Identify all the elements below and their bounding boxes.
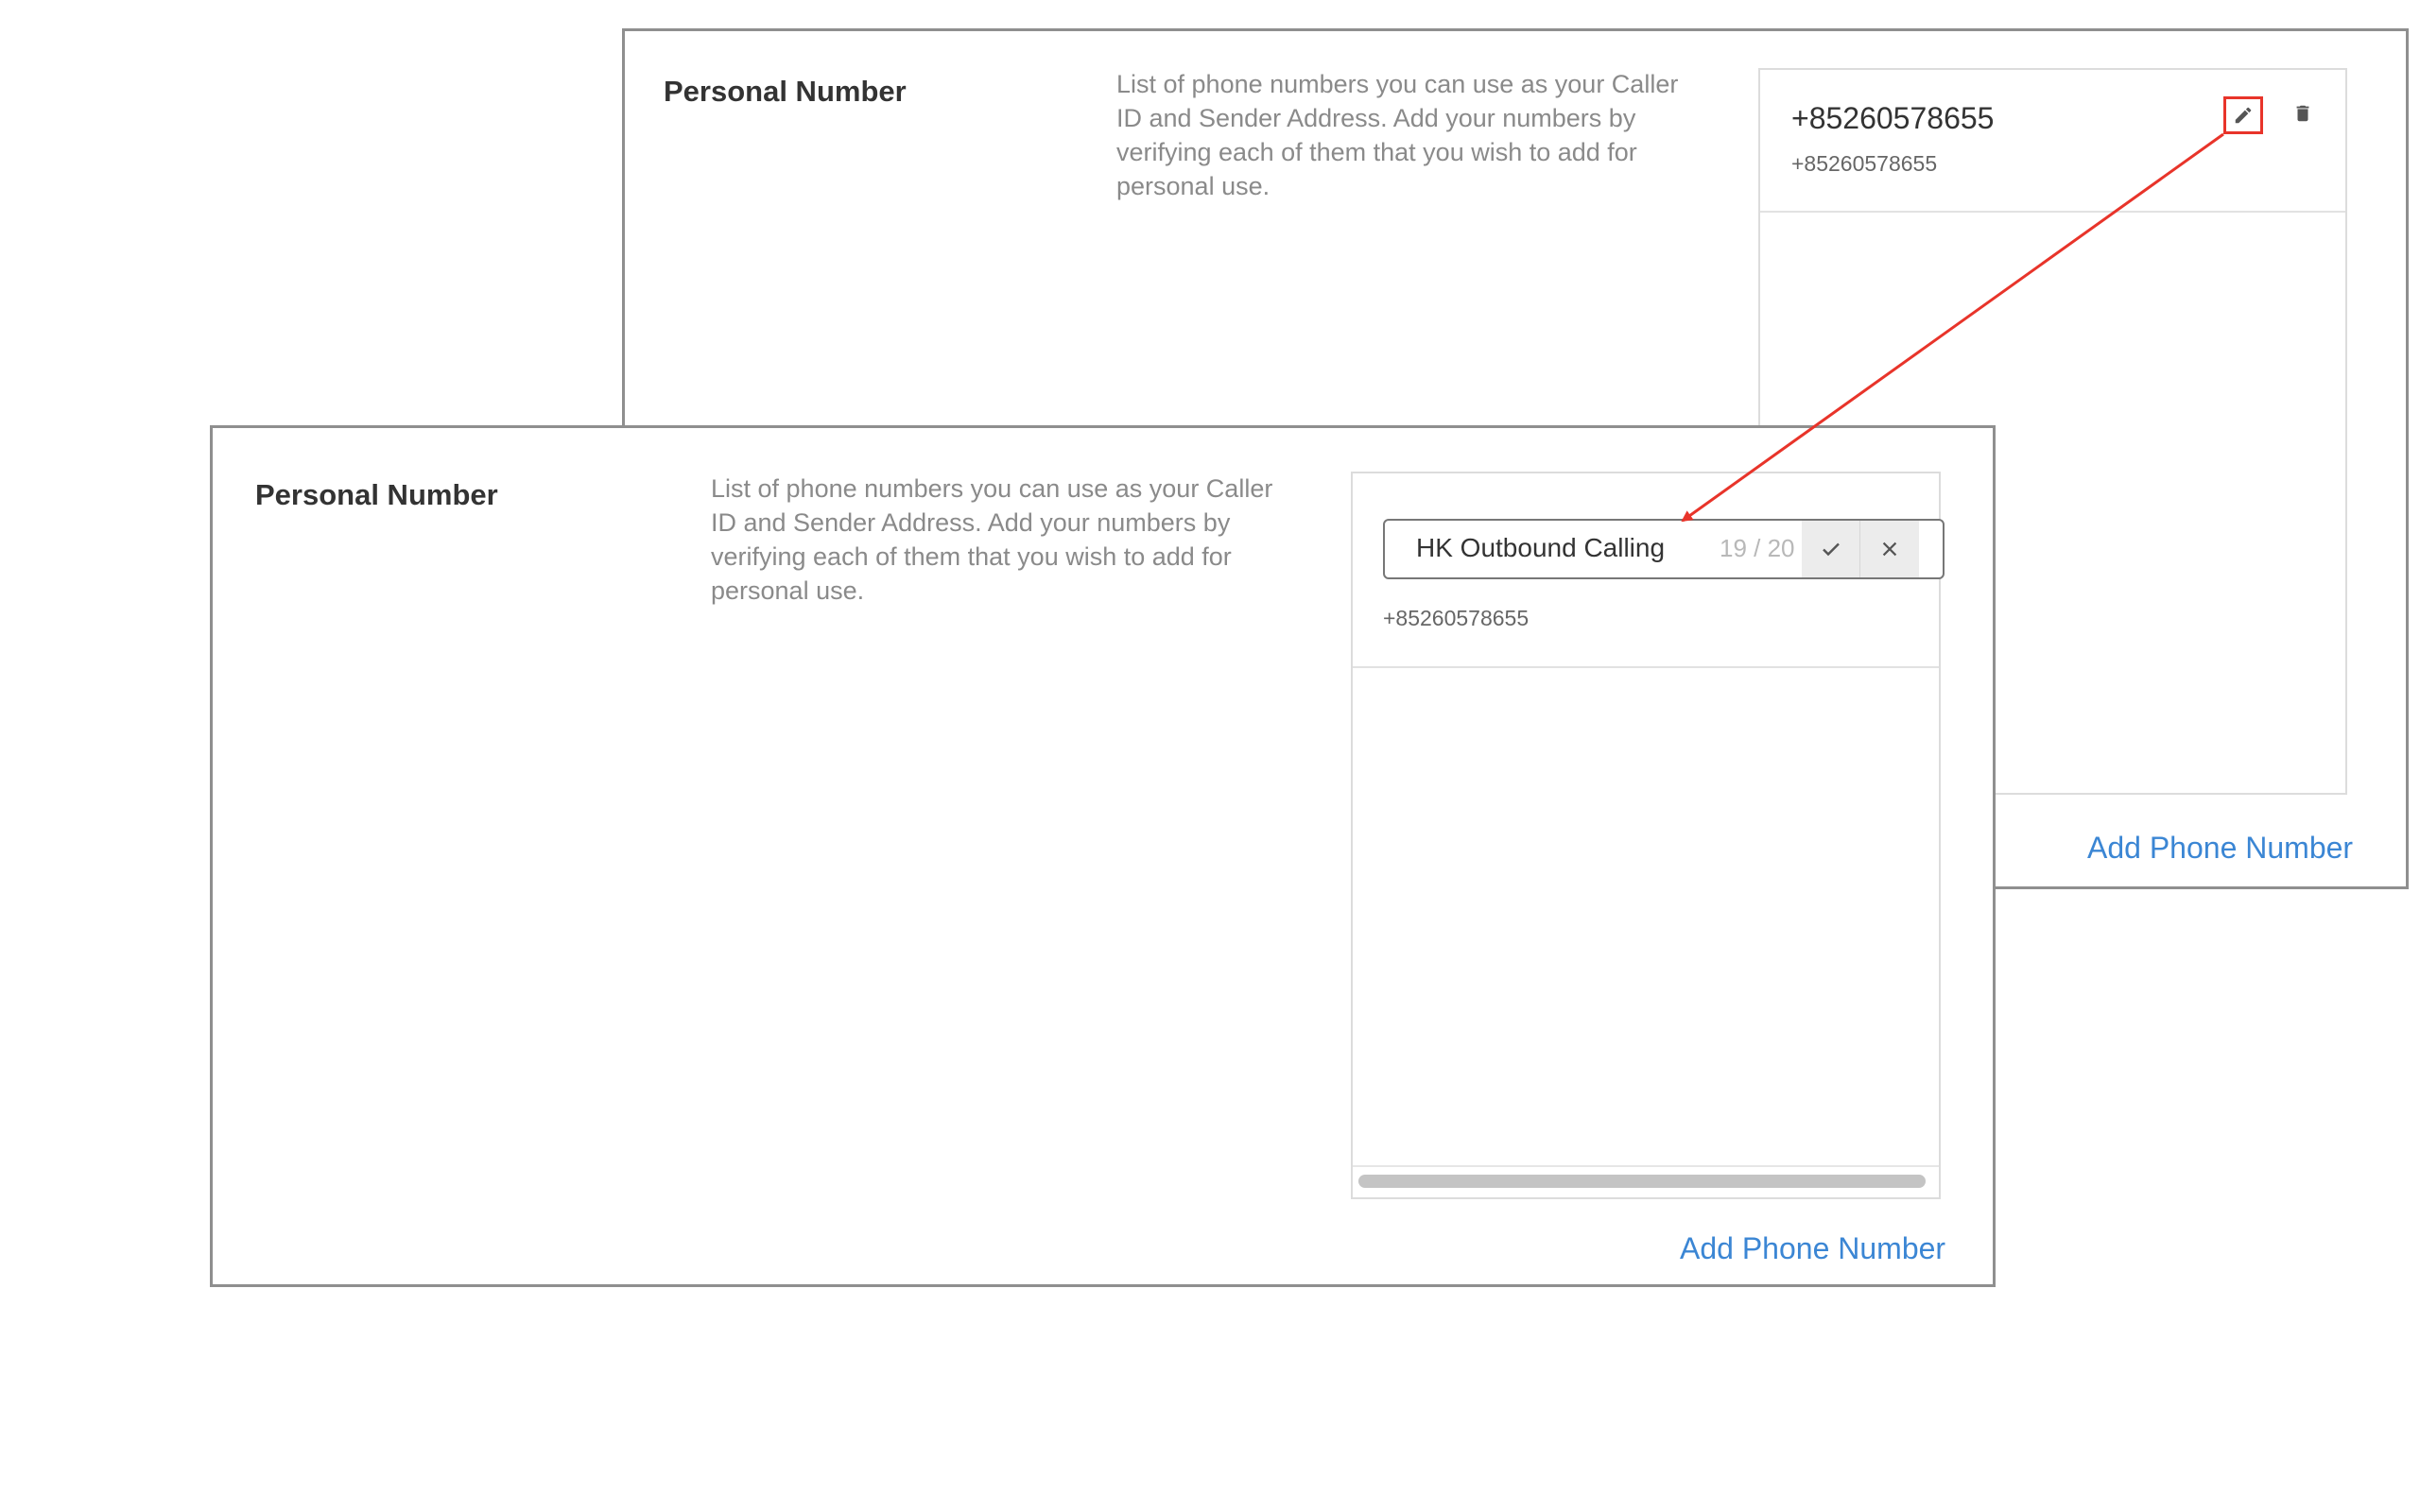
trash-icon[interactable] (2284, 94, 2322, 132)
phone-name-input[interactable]: HK Outbound Calling 19 / 20 (1383, 519, 1945, 579)
section-title: Personal Number (664, 75, 907, 108)
horizontal-scrollbar[interactable] (1353, 1165, 1939, 1197)
section-description: List of phone numbers you can use as you… (1116, 70, 1679, 200)
phone-name-input-value[interactable]: HK Outbound Calling (1416, 533, 1665, 563)
character-counter: 19 / 20 (1720, 534, 1795, 562)
check-icon[interactable] (1802, 521, 1860, 577)
section-description: List of phone numbers you can use as you… (711, 474, 1273, 605)
add-phone-number-link[interactable]: Add Phone Number (1680, 1231, 1945, 1266)
personal-number-panel-front: Personal Number List of phone numbers yo… (210, 425, 1996, 1287)
scrollbar-thumb[interactable] (1358, 1175, 1926, 1188)
phone-number-item: +85260578655 +85260578655 (1760, 70, 2345, 213)
close-icon[interactable] (1860, 521, 1919, 577)
phone-number-value: +85260578655 (1791, 151, 1938, 176)
edit-icon[interactable] (2224, 96, 2262, 134)
phone-number-list: HK Outbound Calling 19 / 20 +85260578655 (1351, 472, 1945, 1199)
add-phone-number-link[interactable]: Add Phone Number (2087, 831, 2353, 866)
section-title: Personal Number (255, 478, 498, 511)
phone-number-value: +85260578655 (1383, 606, 1530, 630)
phone-number-name: +85260578655 (1791, 101, 1995, 135)
phone-number-item-editing: HK Outbound Calling 19 / 20 +85260578655 (1353, 473, 1945, 668)
